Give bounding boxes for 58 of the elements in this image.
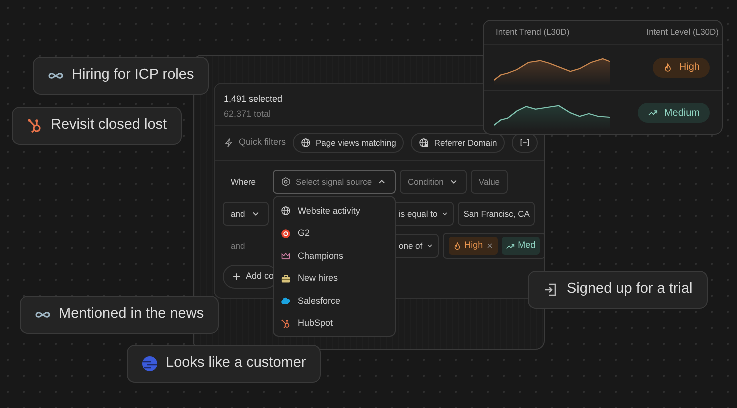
flame-icon [452,242,462,250]
menu-item-label: Salesforce [298,294,341,308]
globe-icon [281,206,291,216]
chevron-down-icon [440,210,449,218]
menu-item[interactable]: Salesforce [274,290,395,312]
signal-source-icon [281,177,291,187]
menu-item-label: Website activity [298,204,360,218]
signal-label: Hiring for ICP roles [72,66,194,86]
bracket-icon [520,138,530,148]
total-count: 62,371 total [224,108,272,121]
globe-icon [419,138,430,148]
menu-item[interactable]: Website activity [274,200,395,222]
tag-label: Med [518,239,536,252]
menu-item-label: Champions [298,250,344,263]
crown-icon [281,251,291,262]
menu-item[interactable]: HubSpot [274,312,395,335]
menu-item-label: New hires [298,272,338,285]
conjunction-label: and [231,240,246,251]
signal-label: Signed up for a trial [567,280,693,300]
briefcase-icon [281,274,291,284]
value-field[interactable]: San Francisc, CA [458,202,535,226]
column-header: Intent Level (L30D) [646,26,719,39]
quick-filter-chip[interactable] [512,133,538,153]
remove-icon [486,242,494,250]
selected-count: 1,491 selected [224,93,284,106]
trend-up-icon [648,108,658,118]
menu-item-label: HubSpot [298,317,334,330]
quick-filter-chip[interactable]: Page views matching [293,133,404,153]
column-header: Intent Trend (L30D) [496,26,570,39]
conjunction-select[interactable]: and [223,202,269,226]
conjunction-label: Where [231,176,256,187]
sprocket-icon [27,118,43,134]
plus-icon [232,272,242,282]
quick-filters-label: Quick filters [239,136,286,150]
menu-item[interactable]: G2 [274,222,395,245]
menu-item-label: G2 [298,227,310,240]
value-field[interactable]: Value [470,170,508,194]
sign-in-icon [543,282,559,298]
globe-icon [301,138,312,148]
menu-item[interactable]: Champions [274,245,395,268]
sprocket-icon [281,318,291,329]
badge-label: High [679,61,700,75]
cloud-icon [281,296,291,306]
g2-logo-icon [281,228,291,239]
signal-label: Mentioned in the news [59,305,204,324]
tag-label: High [464,239,484,252]
condition-select[interactable]: Condition [400,170,467,194]
flame-icon [663,62,674,72]
striped-globe-icon [142,356,158,372]
signal-label: Looks like a customer [166,354,306,374]
badge-label: Medium [664,106,700,120]
chevron-down-icon [426,242,434,250]
signal-source-select[interactable]: Select signal source [273,170,396,194]
quick-filter-chip[interactable]: Referrer Domain [411,133,506,153]
trend-up-icon [506,242,516,250]
tag-field[interactable]: High Med [442,233,544,259]
signal-label: Revisit closed lost [51,116,168,136]
lightning-icon [224,138,234,148]
